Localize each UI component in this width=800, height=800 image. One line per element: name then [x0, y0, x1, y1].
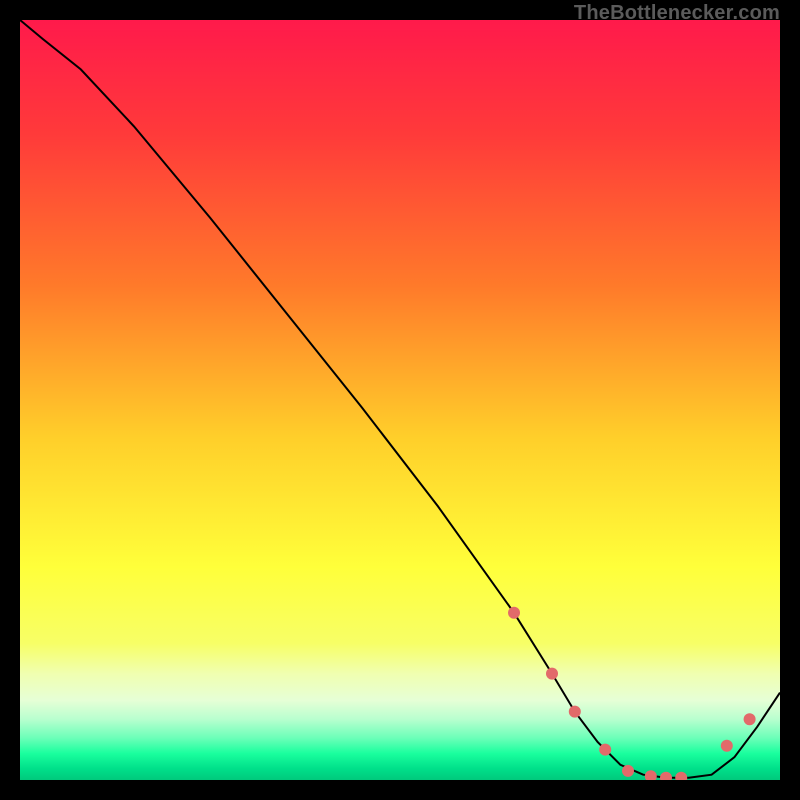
- chart-svg: [20, 20, 780, 780]
- data-marker: [546, 668, 558, 680]
- plot-area: [20, 20, 780, 780]
- data-marker: [721, 740, 733, 752]
- data-marker: [569, 706, 581, 718]
- data-marker: [744, 713, 756, 725]
- data-marker: [508, 607, 520, 619]
- chart-stage: TheBottlenecker.com: [0, 0, 800, 800]
- data-marker: [622, 765, 634, 777]
- data-marker: [599, 744, 611, 756]
- gradient-background: [20, 20, 780, 780]
